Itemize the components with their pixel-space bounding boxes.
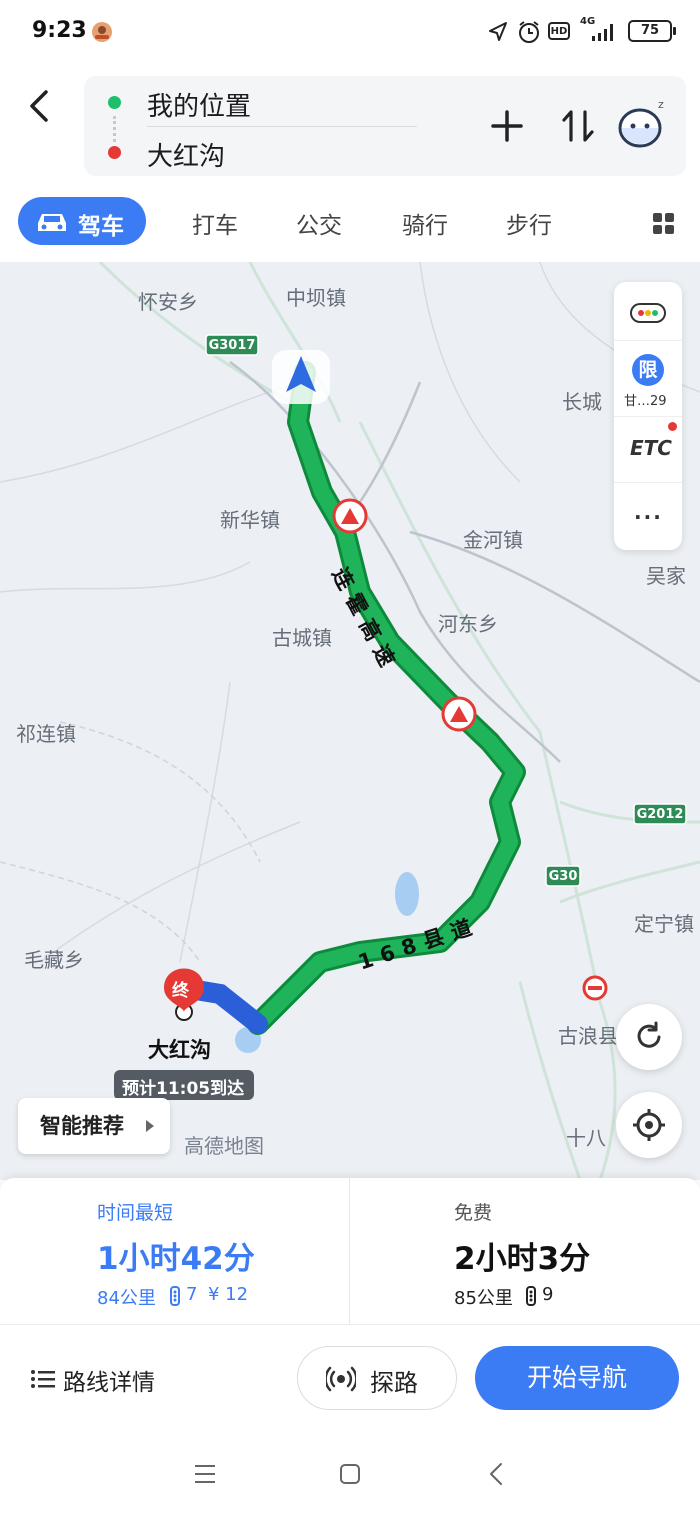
place-label: 定宁镇 <box>634 912 694 936</box>
grid-menu-icon[interactable] <box>652 212 676 236</box>
place-label: 中坝镇 <box>286 286 346 310</box>
current-location-icon <box>272 350 330 404</box>
more-tools-button[interactable]: ... <box>634 500 663 524</box>
traffic-light-count-icon <box>170 1286 180 1306</box>
place-label: 金河镇 <box>463 528 523 552</box>
route-detail-label: 路线详情 <box>63 1370 155 1396</box>
construction-icon <box>332 498 368 534</box>
eta-badge: 预计11:05到达 <box>114 1070 254 1100</box>
battery-indicator: 75 <box>628 20 672 42</box>
place-label: 河东乡 <box>438 612 498 636</box>
route-header: 我的位置 大红沟 z <box>0 62 700 184</box>
menu-icon[interactable] <box>194 1464 216 1484</box>
refresh-icon <box>637 1021 661 1048</box>
status-bar: 9:23 HD 4G 75 <box>0 0 700 62</box>
tab-taxi[interactable]: 打车 <box>192 206 238 240</box>
no-entry-icon <box>582 975 608 1001</box>
connector-dots <box>113 116 116 142</box>
smart-recommend-label: 智能推荐 <box>40 1114 124 1138</box>
smart-recommend-button[interactable]: 智能推荐 <box>18 1098 170 1154</box>
locate-icon <box>633 1109 665 1141</box>
route-input-box: 我的位置 大红沟 z <box>84 76 686 176</box>
route-distance: 84公里 <box>97 1288 156 1309</box>
tab-bike[interactable]: 骑行 <box>402 206 448 240</box>
end-marker-label: 终 <box>172 981 189 1001</box>
traffic-light-count: 7 <box>186 1284 198 1305</box>
swap-icon[interactable] <box>560 106 596 146</box>
place-label: 怀安乡 <box>138 290 198 314</box>
hd-badge: HD <box>548 22 570 40</box>
etc-button[interactable]: ETC <box>630 436 672 460</box>
route-duration: 1小时42分 <box>97 1241 255 1277</box>
start-navigation-button[interactable]: 开始导航 <box>475 1346 679 1410</box>
map-watermark: 高德地图 <box>184 1134 264 1158</box>
home-icon[interactable] <box>339 1463 361 1485</box>
location-arrow-icon <box>489 22 507 41</box>
highway-label-g30: G30 <box>548 869 578 884</box>
back-icon[interactable] <box>24 86 54 126</box>
place-label: 古城镇 <box>272 626 332 650</box>
place-label: 十八 <box>566 1126 606 1150</box>
place-label: 毛藏乡 <box>24 948 84 972</box>
traffic-light-icon[interactable] <box>630 302 666 324</box>
status-time: 9:23 <box>32 18 87 43</box>
app-badge-icon <box>92 22 112 42</box>
highway-label-g2012: G2012 <box>636 807 684 822</box>
locate-button[interactable] <box>616 1092 682 1158</box>
map-tools-panel: 限 甘…29 ETC ... <box>614 282 682 550</box>
route-tag: 时间最短 <box>97 1202 174 1224</box>
lake <box>395 872 419 916</box>
restriction-text: 甘…29 <box>624 394 667 409</box>
traffic-light-count: 9 <box>542 1284 554 1305</box>
alarm-icon <box>519 21 539 43</box>
tab-transit[interactable]: 公交 <box>296 206 342 240</box>
origin-field[interactable]: 我的位置 <box>147 86 251 123</box>
probe-label: 探路 <box>370 1369 418 1397</box>
tab-drive-label: 驾车 <box>78 214 124 240</box>
route-distance: 85公里 <box>454 1288 513 1309</box>
construction-icon <box>441 696 477 732</box>
sheet-divider <box>0 1324 700 1325</box>
list-icon <box>31 1370 55 1388</box>
place-label: 祁连镇 <box>16 722 76 746</box>
place-label: 古浪县 <box>558 1024 618 1048</box>
traffic-light-count-icon <box>526 1286 536 1306</box>
map-view[interactable]: G3017 G2012 G30 怀安乡 中坝镇 新华镇 金河镇 古城镇 河东乡 … <box>0 262 700 1180</box>
travel-mode-tabs: 驾车 打车 公交 骑行 步行 <box>0 184 700 262</box>
battery-tip <box>673 27 676 35</box>
route-duration: 2小时3分 <box>454 1241 591 1277</box>
tab-walk[interactable]: 步行 <box>506 206 552 240</box>
field-divider <box>147 126 417 127</box>
origin-dot <box>108 96 121 109</box>
add-waypoint-icon[interactable] <box>489 108 525 144</box>
destination-dot <box>108 146 121 159</box>
highway-label-g3017: G3017 <box>208 338 256 353</box>
destination-label: 大红沟 <box>148 1038 211 1062</box>
etc-notification-dot <box>668 422 677 431</box>
back-nav-icon[interactable] <box>488 1462 504 1486</box>
route-options-sheet: 时间最短 1小时42分 84公里 7 ¥ 12 免费 2小时3分 85公里 9 … <box>0 1178 700 1434</box>
place-label: 新华镇 <box>220 508 280 532</box>
radar-icon <box>326 1366 356 1392</box>
eta-text: 预计11:05到达 <box>122 1079 245 1099</box>
svg-text:z: z <box>658 98 664 111</box>
system-nav-bar <box>0 1434 700 1516</box>
route-toll: ¥ 12 <box>208 1284 249 1305</box>
car-icon <box>38 214 66 231</box>
destination-field[interactable]: 大红沟 <box>147 136 225 173</box>
route-option-fastest[interactable]: 时间最短 1小时42分 84公里 7 ¥ 12 <box>0 1178 349 1324</box>
restriction-icon[interactable]: 限 <box>632 354 664 386</box>
signal-icon <box>592 24 613 41</box>
probe-button[interactable]: 探路 <box>297 1346 457 1410</box>
place-label: 吴家 <box>646 564 686 588</box>
route-option-free[interactable]: 免费 2小时3分 85公里 9 <box>350 1178 700 1324</box>
refresh-button[interactable] <box>616 1004 682 1070</box>
play-triangle-icon <box>146 1120 154 1132</box>
place-label: 长城 <box>562 390 602 414</box>
tab-drive[interactable]: 驾车 <box>18 197 146 245</box>
voice-assistant-icon[interactable]: z <box>616 96 668 152</box>
route-tag: 免费 <box>454 1202 493 1224</box>
route-final-segment <box>186 980 268 1034</box>
